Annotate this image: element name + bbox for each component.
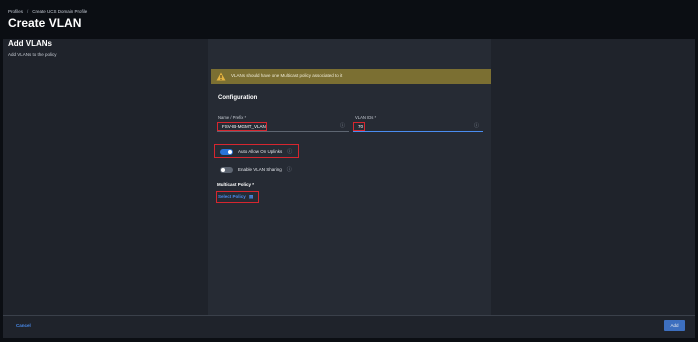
highlight-name-prefix xyxy=(217,122,267,131)
section-title: Add VLANs xyxy=(8,39,52,48)
info-icon: ⓘ xyxy=(473,123,479,129)
toggle-knob xyxy=(221,167,225,172)
enable-vlan-sharing-label: Enable VLAN Sharing xyxy=(238,167,282,172)
vlan-ids-label: VLAN IDs * xyxy=(355,115,377,120)
main-panel: Add VLANs Add VLANs to the policy VLANs … xyxy=(3,39,695,338)
breadcrumb-profiles[interactable]: Profiles xyxy=(8,9,23,14)
configuration-title: Configuration xyxy=(218,95,258,101)
info-icon: ⓘ xyxy=(339,123,345,129)
warning-icon xyxy=(216,72,226,81)
footer-divider xyxy=(3,315,695,316)
breadcrumb-create-ucs-domain-profile[interactable]: Create UCS Domain Profile xyxy=(32,9,87,14)
top-header: Profiles / Create UCS Domain Profile Cre… xyxy=(0,0,698,38)
name-prefix-label: Name / Prefix * xyxy=(218,115,247,120)
highlight-vlan-ids xyxy=(353,122,365,131)
page-title: Create VLAN xyxy=(8,16,82,30)
vlan-ids-field[interactable]: 70 ⓘ xyxy=(353,121,483,132)
warning-alert: VLANs should have one Multicast policy a… xyxy=(211,69,491,84)
multicast-policy-label: Multicast Policy * xyxy=(217,182,255,187)
cancel-button[interactable]: Cancel xyxy=(16,323,31,328)
highlight-select-policy xyxy=(216,191,259,203)
breadcrumb-separator: / xyxy=(27,9,29,14)
section-subtitle: Add VLANs to the policy xyxy=(8,52,57,57)
enable-vlan-sharing-row: Enable VLAN Sharing ⓘ xyxy=(220,166,292,173)
info-icon: ⓘ xyxy=(286,167,292,173)
add-button[interactable]: Add xyxy=(664,320,685,331)
highlight-auto-allow-uplinks xyxy=(214,144,299,158)
alert-text: VLANs should have one Multicast policy a… xyxy=(231,73,343,78)
enable-vlan-sharing-toggle[interactable] xyxy=(220,166,233,173)
form-content: VLANs should have one Multicast policy a… xyxy=(208,39,491,315)
breadcrumb: Profiles / Create UCS Domain Profile xyxy=(8,9,87,14)
